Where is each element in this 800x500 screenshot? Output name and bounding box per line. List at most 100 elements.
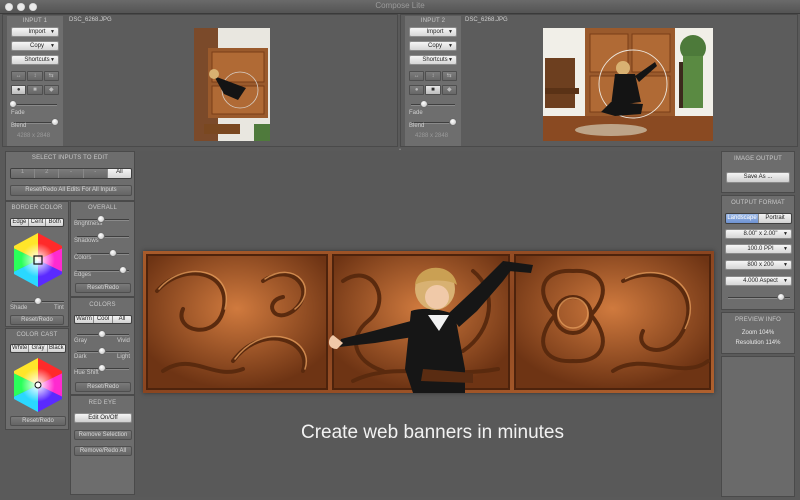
border-color-header: BORDER COLOR — [11, 205, 63, 211]
input-1-fade-slider[interactable] — [9, 100, 17, 108]
input-1-copy-label: Copy — [29, 43, 44, 49]
diamond-shape-icon[interactable]: ◆ — [43, 85, 59, 95]
dark-label: Dark — [74, 354, 87, 360]
input-1-blend-slider[interactable] — [51, 118, 59, 126]
orientation-toggle: Landscape Portrait — [725, 213, 792, 224]
diamond-shape-icon[interactable]: ◆ — [441, 85, 457, 95]
pixel-size-dropdown[interactable]: 800 x 200 ▼ — [725, 260, 792, 270]
swap-icon[interactable]: ⇆ — [441, 71, 457, 81]
flip-vertical-icon[interactable]: ↕ — [27, 71, 43, 81]
input-1-shape-tools: ● ■ ◆ — [11, 85, 59, 95]
print-size-dropdown[interactable]: 8.00" x 2.00" ▼ — [725, 229, 792, 239]
flip-horizontal-icon[interactable]: ↔ — [11, 71, 27, 81]
circle-shape-icon[interactable]: ● — [409, 85, 425, 95]
input-tab-all[interactable]: All — [107, 169, 131, 178]
colors-reset-button[interactable]: Reset/Redo — [75, 382, 131, 392]
output-scale-slider[interactable] — [777, 293, 785, 301]
square-shape-icon[interactable]: ■ — [27, 85, 43, 95]
input-select-tabs: 1 2 - - All — [10, 168, 132, 179]
colors-slider[interactable] — [109, 249, 117, 257]
banner-preview[interactable] — [143, 251, 714, 393]
select-inputs-panel: SELECT INPUTS TO EDIT 1 2 - - All Reset/… — [5, 151, 135, 201]
shade-tint-slider[interactable] — [34, 297, 42, 305]
preview-info-header: PREVIEW INFO — [734, 317, 782, 323]
input-tab-4[interactable]: - — [83, 169, 108, 178]
cast-mode-gray[interactable]: Gray — [29, 345, 48, 352]
color-cast-mode-toggle: White Gray Black — [10, 344, 66, 353]
chevron-down-icon: ▼ — [783, 278, 788, 284]
input-1-filename: DSC_6268.JPG — [69, 17, 112, 23]
border-color-wheel[interactable] — [9, 231, 67, 289]
cast-mode-white[interactable]: White — [11, 345, 30, 352]
color-cast-wheel[interactable] — [9, 356, 67, 414]
red-eye-edit-toggle[interactable]: Edit On/Off — [74, 413, 132, 423]
chevron-down-icon: ▼ — [50, 43, 55, 49]
colors-panel: COLORS Warm Cool All Gray Vivid Dark Lig… — [70, 297, 135, 395]
window-title: Compose Lite — [375, 1, 425, 10]
brightness-slider[interactable] — [97, 215, 105, 223]
input-2-shortcuts-label: Shortcuts — [422, 57, 448, 63]
aspect-value: 4.000 Aspect — [743, 278, 778, 284]
chevron-down-icon: ▼ — [448, 43, 453, 49]
remove-all-button[interactable]: Remove/Redo All — [74, 446, 132, 456]
input-1-copy-dropdown[interactable]: Copy ▼ — [11, 41, 59, 51]
light-label: Light — [117, 354, 131, 360]
border-mode-both[interactable]: Both — [46, 219, 63, 226]
remove-selection-button[interactable]: Remove Selection — [74, 430, 132, 440]
swap-icon[interactable]: ⇆ — [43, 71, 59, 81]
color-cast-header: COLOR CAST — [16, 332, 58, 338]
image-output-panel: IMAGE OUTPUT Save As ... — [721, 151, 795, 193]
input-tab-3[interactable]: - — [59, 169, 84, 178]
save-as-button[interactable]: Save As ... — [726, 172, 790, 183]
cast-mode-black[interactable]: Black — [47, 345, 65, 352]
circle-shape-icon[interactable]: ● — [11, 85, 27, 95]
colors-mode-all[interactable]: All — [113, 316, 131, 323]
gray-vivid-slider[interactable] — [98, 330, 106, 338]
orientation-landscape[interactable]: Landscape — [726, 214, 759, 223]
colors-mode-warm[interactable]: Warm — [75, 316, 94, 323]
border-mode-edge[interactable]: Edge — [11, 219, 29, 226]
resolution-readout: Resolution 114% — [735, 340, 781, 346]
pixel-size-value: 800 x 200 — [747, 262, 774, 268]
flip-horizontal-icon[interactable]: ↔ — [409, 71, 425, 81]
input-1-fade-track[interactable] — [13, 104, 57, 106]
ppi-dropdown[interactable]: 100.0 PPI ▼ — [725, 244, 792, 254]
input-2-shortcuts-dropdown[interactable]: Shortcuts ▼ — [409, 55, 457, 65]
shadows-slider[interactable] — [97, 232, 105, 240]
border-color-panel: BORDER COLOR Edge Cent Both Shade Tint R… — [5, 201, 69, 327]
flip-vertical-icon[interactable]: ↕ — [425, 71, 441, 81]
border-mode-cent[interactable]: Cent — [28, 219, 47, 226]
overall-reset-button[interactable]: Reset/Redo — [75, 283, 131, 293]
orientation-portrait[interactable]: Portrait — [759, 214, 791, 223]
input-1-flip-tools: ↔ ↕ ⇆ — [11, 71, 59, 81]
input-1-blend-label: Blend — [11, 123, 27, 129]
input-2-copy-dropdown[interactable]: Copy ▼ — [409, 41, 457, 51]
edges-slider[interactable] — [119, 266, 127, 274]
app-window: Compose Lite INPUT 1 DSC_6268.JPG Import… — [0, 0, 800, 500]
colors-track[interactable] — [77, 253, 129, 255]
input-1-thumbnail[interactable] — [194, 28, 270, 141]
reset-all-edits-button[interactable]: Reset/Redo All Edits For All Inputs — [10, 185, 132, 196]
aspect-dropdown[interactable]: 4.000 Aspect ▼ — [725, 276, 792, 286]
input-1-shortcuts-dropdown[interactable]: Shortcuts ▼ — [11, 55, 59, 65]
input-2-fade-slider[interactable] — [420, 100, 428, 108]
chevron-down-icon: ▼ — [50, 29, 55, 35]
color-cast-reset-button[interactable]: Reset/Redo — [10, 416, 66, 426]
hue-shift-slider[interactable] — [98, 364, 106, 372]
input-tab-2[interactable]: 2 — [35, 169, 60, 178]
input-2-blend-slider[interactable] — [449, 118, 457, 126]
border-color-reset-button[interactable]: Reset/Redo — [10, 315, 64, 325]
square-shape-icon[interactable]: ■ — [425, 85, 441, 95]
preview-info-panel: PREVIEW INFO Zoom 104% Resolution 114% — [721, 312, 795, 354]
input-2-import-dropdown[interactable]: Import ▼ — [409, 27, 457, 37]
chevron-down-icon: ▼ — [448, 29, 453, 35]
input-tab-1[interactable]: 1 — [11, 169, 36, 178]
input-2-header: INPUT 2 — [420, 18, 446, 24]
input-2-thumbnail[interactable] — [543, 28, 713, 141]
overall-panel: OVERALL Brightness Shadows Colors Edges … — [70, 201, 135, 297]
print-size-value: 8.00" x 2.00" — [743, 231, 778, 237]
colors-mode-cool[interactable]: Cool — [94, 316, 113, 323]
input-1-import-dropdown[interactable]: Import ▼ — [11, 27, 59, 37]
input-2-fade-track[interactable] — [411, 104, 455, 106]
dark-light-slider[interactable] — [98, 347, 106, 355]
